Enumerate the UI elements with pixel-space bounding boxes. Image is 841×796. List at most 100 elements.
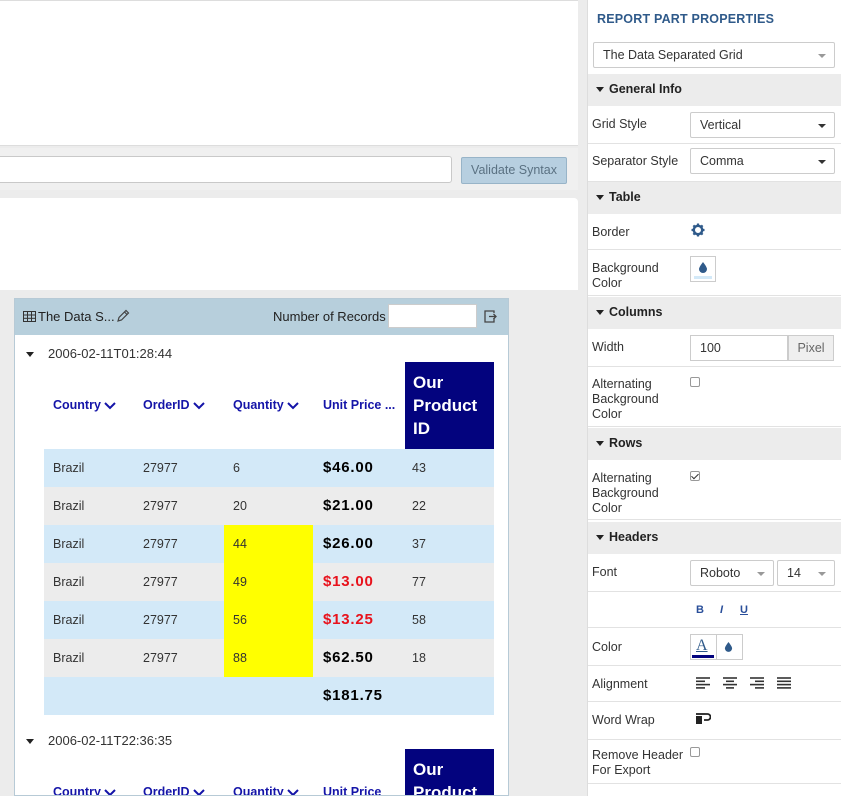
chevron-down-icon — [818, 124, 826, 128]
expression-editor-panel[interactable] — [0, 0, 578, 146]
label-line: Remove Header — [592, 748, 684, 762]
background-color-picker[interactable] — [690, 256, 716, 282]
cell-quantity: 44 — [224, 525, 313, 563]
column-header-unit-price[interactable]: Unit Price — [323, 785, 381, 795]
column-header-product-id[interactable]: Our Product ID — [405, 362, 494, 449]
report-part-select[interactable]: The Data Separated Grid — [593, 42, 835, 68]
header-label: Country — [53, 398, 101, 412]
section-headers[interactable]: Headers — [588, 522, 841, 554]
prop-label: Grid Style — [592, 117, 647, 131]
column-header-country[interactable]: Country — [53, 398, 116, 412]
cell-product-id: 37 — [412, 537, 426, 551]
remove-header-checkbox[interactable] — [690, 747, 700, 757]
cell-orderid: 27977 — [143, 537, 178, 551]
label-line: Background — [592, 261, 659, 275]
font-size-select[interactable]: 14 — [777, 560, 835, 586]
italic-button[interactable]: I — [720, 604, 723, 616]
cell-orderid: 27977 — [143, 651, 178, 665]
cell-orderid: 27977 — [143, 613, 178, 627]
pencil-icon[interactable] — [116, 309, 130, 323]
align-right-icon[interactable] — [750, 677, 765, 689]
section-label: Columns — [609, 305, 663, 319]
align-left-icon[interactable] — [696, 677, 711, 689]
cell-country: Brazil — [53, 575, 85, 589]
align-justify-icon[interactable] — [777, 677, 792, 689]
section-rows[interactable]: Rows — [588, 428, 841, 460]
select-value: Vertical — [700, 118, 741, 132]
color-swatch — [694, 276, 712, 279]
grid-title: The Data S... — [38, 309, 115, 324]
select-value: The Data Separated Grid — [603, 48, 743, 62]
columns-alternating-checkbox[interactable] — [690, 377, 700, 387]
header-label: Quantity — [233, 398, 284, 412]
cell-country: Brazil — [53, 537, 85, 551]
cell-unit-price: $13.00 — [323, 573, 374, 590]
cell-unit-price: $13.25 — [323, 611, 374, 628]
text-color-button[interactable]: A — [696, 637, 708, 655]
collapse-group-icon[interactable] — [25, 736, 35, 746]
collapse-group-icon[interactable] — [25, 349, 35, 359]
underline-button[interactable]: U — [740, 604, 748, 616]
cell-unit-price: $62.50 — [323, 649, 374, 666]
column-header-quantity[interactable]: Quantity — [233, 398, 299, 412]
bold-button[interactable]: B — [696, 604, 704, 616]
label-line: Color — [592, 501, 622, 515]
prop-rows-alternating-bg: Alternating Background Color — [588, 460, 841, 520]
select-value: Roboto — [700, 566, 741, 580]
prop-width: Width 100 Pixel — [588, 329, 841, 367]
prop-label: Background Color — [592, 261, 659, 291]
cell-orderid: 27977 — [143, 499, 178, 513]
cell-product-id: 43 — [412, 461, 426, 475]
fill-drop-icon[interactable] — [724, 641, 733, 652]
text-color-swatch — [692, 655, 714, 658]
prop-columns-alternating-bg: Alternating Background Color — [588, 367, 841, 427]
records-label: Number of Records — [273, 309, 386, 324]
panel-title: REPORT PART PROPERTIES — [597, 12, 775, 26]
section-label: Rows — [609, 436, 643, 450]
gear-icon[interactable] — [691, 223, 705, 237]
prop-label: Border — [592, 225, 630, 239]
header-label: OrderID — [143, 785, 190, 796]
table-row: Brazil 27977 44 $26.00 37 — [44, 525, 494, 563]
prop-alignment: Alignment — [588, 666, 841, 702]
chevron-down-icon — [286, 788, 299, 795]
cell-quantity: 6 — [233, 461, 240, 475]
column-header-orderid[interactable]: OrderID — [143, 785, 205, 796]
cell-product-id: 18 — [412, 651, 426, 665]
width-input[interactable]: 100 — [690, 335, 788, 361]
prop-label: Color — [592, 640, 622, 654]
chevron-down-icon — [104, 788, 116, 795]
column-header-country[interactable]: Country — [53, 785, 116, 795]
records-input[interactable] — [388, 304, 477, 328]
section-table[interactable]: Table — [588, 182, 841, 214]
grid-style-select[interactable]: Vertical — [690, 112, 835, 138]
column-header-unit-price[interactable]: Unit Price ... — [323, 398, 395, 412]
section-columns[interactable]: Columns — [588, 297, 841, 329]
rows-alternating-checkbox[interactable] — [690, 471, 700, 481]
prop-label: Alternating Background Color — [592, 471, 659, 516]
column-header-product-id[interactable]: Our Product — [405, 749, 494, 795]
label-line: Color — [592, 407, 622, 421]
total-row: $181.75 — [44, 677, 494, 715]
font-family-select[interactable]: Roboto — [690, 560, 774, 586]
export-icon[interactable] — [483, 309, 498, 324]
validate-syntax-button[interactable]: Validate Syntax — [461, 157, 567, 184]
expression-input[interactable] — [0, 156, 452, 183]
filter-panel[interactable] — [0, 198, 578, 290]
column-header-orderid[interactable]: OrderID — [143, 398, 205, 412]
prop-label: Width — [592, 340, 624, 354]
cell-country: Brazil — [53, 461, 85, 475]
separator-style-select[interactable]: Comma — [690, 148, 835, 174]
prop-label: Remove Header For Export — [592, 748, 683, 778]
section-label: General Info — [609, 82, 682, 96]
total-unit-price: $181.75 — [323, 687, 383, 704]
align-center-icon[interactable] — [723, 677, 738, 689]
column-header-quantity[interactable]: Quantity — [233, 785, 299, 795]
prop-label: Separator Style — [592, 154, 679, 168]
table-row: Brazil 27977 88 $62.50 18 — [44, 639, 494, 677]
header-label: OrderID — [143, 398, 190, 412]
word-wrap-icon[interactable] — [696, 712, 711, 725]
section-general-info[interactable]: General Info — [588, 74, 841, 106]
divider — [716, 635, 717, 659]
cell-quantity: 56 — [224, 601, 313, 639]
